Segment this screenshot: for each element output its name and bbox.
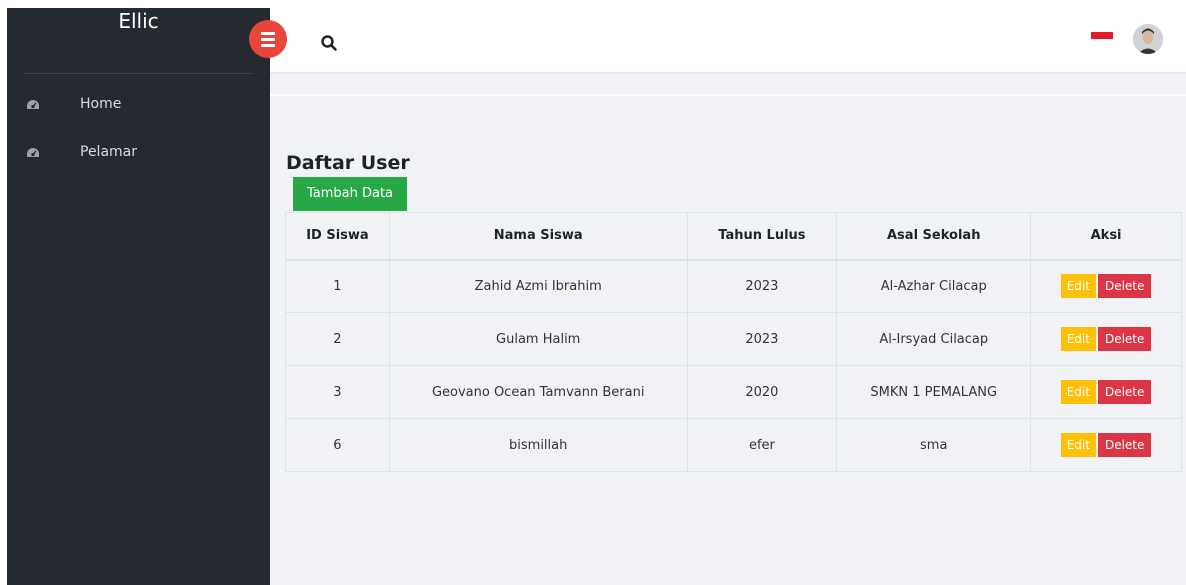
delete-button[interactable]: Delete xyxy=(1097,327,1152,351)
edit-button[interactable]: Edit xyxy=(1060,380,1096,404)
table-row: 6 bismillah efer sma Edit Delete xyxy=(285,418,1182,472)
cell-aksi: Edit Delete xyxy=(1030,418,1182,472)
delete-button[interactable]: Delete xyxy=(1097,433,1152,457)
topbar xyxy=(270,8,1186,74)
cell-id: 2 xyxy=(285,312,390,366)
sidebar-item-label: Pelamar xyxy=(80,144,137,160)
sidebar-item-home[interactable]: Home xyxy=(7,93,270,117)
delete-button[interactable]: Delete xyxy=(1097,274,1152,299)
cell-nama: Zahid Azmi Ibrahim xyxy=(388,259,688,313)
menu-toggle-button[interactable] xyxy=(249,20,287,58)
menu-icon xyxy=(261,38,275,41)
flag-red-band xyxy=(1091,32,1113,39)
table-row: 1 Zahid Azmi Ibrahim 2023 Al-Azhar Cilac… xyxy=(285,259,1182,313)
avatar[interactable] xyxy=(1133,24,1163,54)
cell-tahun: 2023 xyxy=(686,312,838,366)
users-table: ID Siswa Nama Siswa Tahun Lulus Asal Sek… xyxy=(285,212,1182,472)
table-header-row: ID Siswa Nama Siswa Tahun Lulus Asal Sek… xyxy=(285,212,1182,261)
edit-button[interactable]: Edit xyxy=(1060,327,1096,351)
dashboard-icon xyxy=(27,148,39,157)
cell-tahun: 2023 xyxy=(686,259,838,313)
column-header-asal: Asal Sekolah xyxy=(836,212,1032,261)
menu-icon xyxy=(261,32,275,35)
cell-id: 3 xyxy=(285,365,390,419)
table-row: 2 Gulam Halim 2023 Al-Irsyad Cilacap Edi… xyxy=(285,312,1182,366)
table-row: 3 Geovano Ocean Tamvann Berani 2020 SMKN… xyxy=(285,365,1182,419)
sidebar-item-label: Home xyxy=(80,96,122,112)
cell-asal: sma xyxy=(836,418,1032,472)
brand-divider xyxy=(25,73,253,74)
edit-button[interactable]: Edit xyxy=(1060,433,1096,457)
column-header-nama: Nama Siswa xyxy=(388,212,688,261)
delete-button[interactable]: Delete xyxy=(1097,380,1152,404)
sidebar-item-pelamar[interactable]: Pelamar xyxy=(7,141,270,165)
user-avatar-icon xyxy=(1133,24,1163,54)
cell-tahun: 2020 xyxy=(686,365,838,419)
cell-asal: Al-Azhar Cilacap xyxy=(836,259,1032,313)
page-title: Daftar User xyxy=(286,152,410,174)
subheader-strip xyxy=(270,94,1186,96)
cell-id: 1 xyxy=(285,259,390,313)
column-header-aksi: Aksi xyxy=(1030,212,1182,261)
cell-id: 6 xyxy=(285,418,390,472)
brand-name: Ellic xyxy=(118,9,159,33)
cell-aksi: Edit Delete xyxy=(1030,312,1182,366)
cell-nama: bismillah xyxy=(388,418,688,472)
language-flag-icon[interactable] xyxy=(1091,32,1113,46)
sidebar: Ellic Home Pelamar xyxy=(7,8,270,585)
cell-aksi: Edit Delete xyxy=(1030,365,1182,419)
column-header-tahun: Tahun Lulus xyxy=(686,212,838,261)
add-data-button[interactable]: Tambah Data xyxy=(293,177,407,211)
dashboard-icon xyxy=(27,100,39,109)
cell-nama: Gulam Halim xyxy=(388,312,688,366)
edit-button[interactable]: Edit xyxy=(1060,274,1096,299)
menu-icon xyxy=(261,44,275,47)
cell-tahun: efer xyxy=(686,418,838,472)
search-icon[interactable] xyxy=(320,34,338,52)
column-header-id: ID Siswa xyxy=(285,212,390,261)
flag-white-band xyxy=(1091,39,1113,46)
cell-nama: Geovano Ocean Tamvann Berani xyxy=(388,365,688,419)
cell-asal: Al-Irsyad Cilacap xyxy=(836,312,1032,366)
cell-asal: SMKN 1 PEMALANG xyxy=(836,365,1032,419)
cell-aksi: Edit Delete xyxy=(1030,259,1182,313)
brand-logo[interactable]: Ellic xyxy=(7,8,270,73)
